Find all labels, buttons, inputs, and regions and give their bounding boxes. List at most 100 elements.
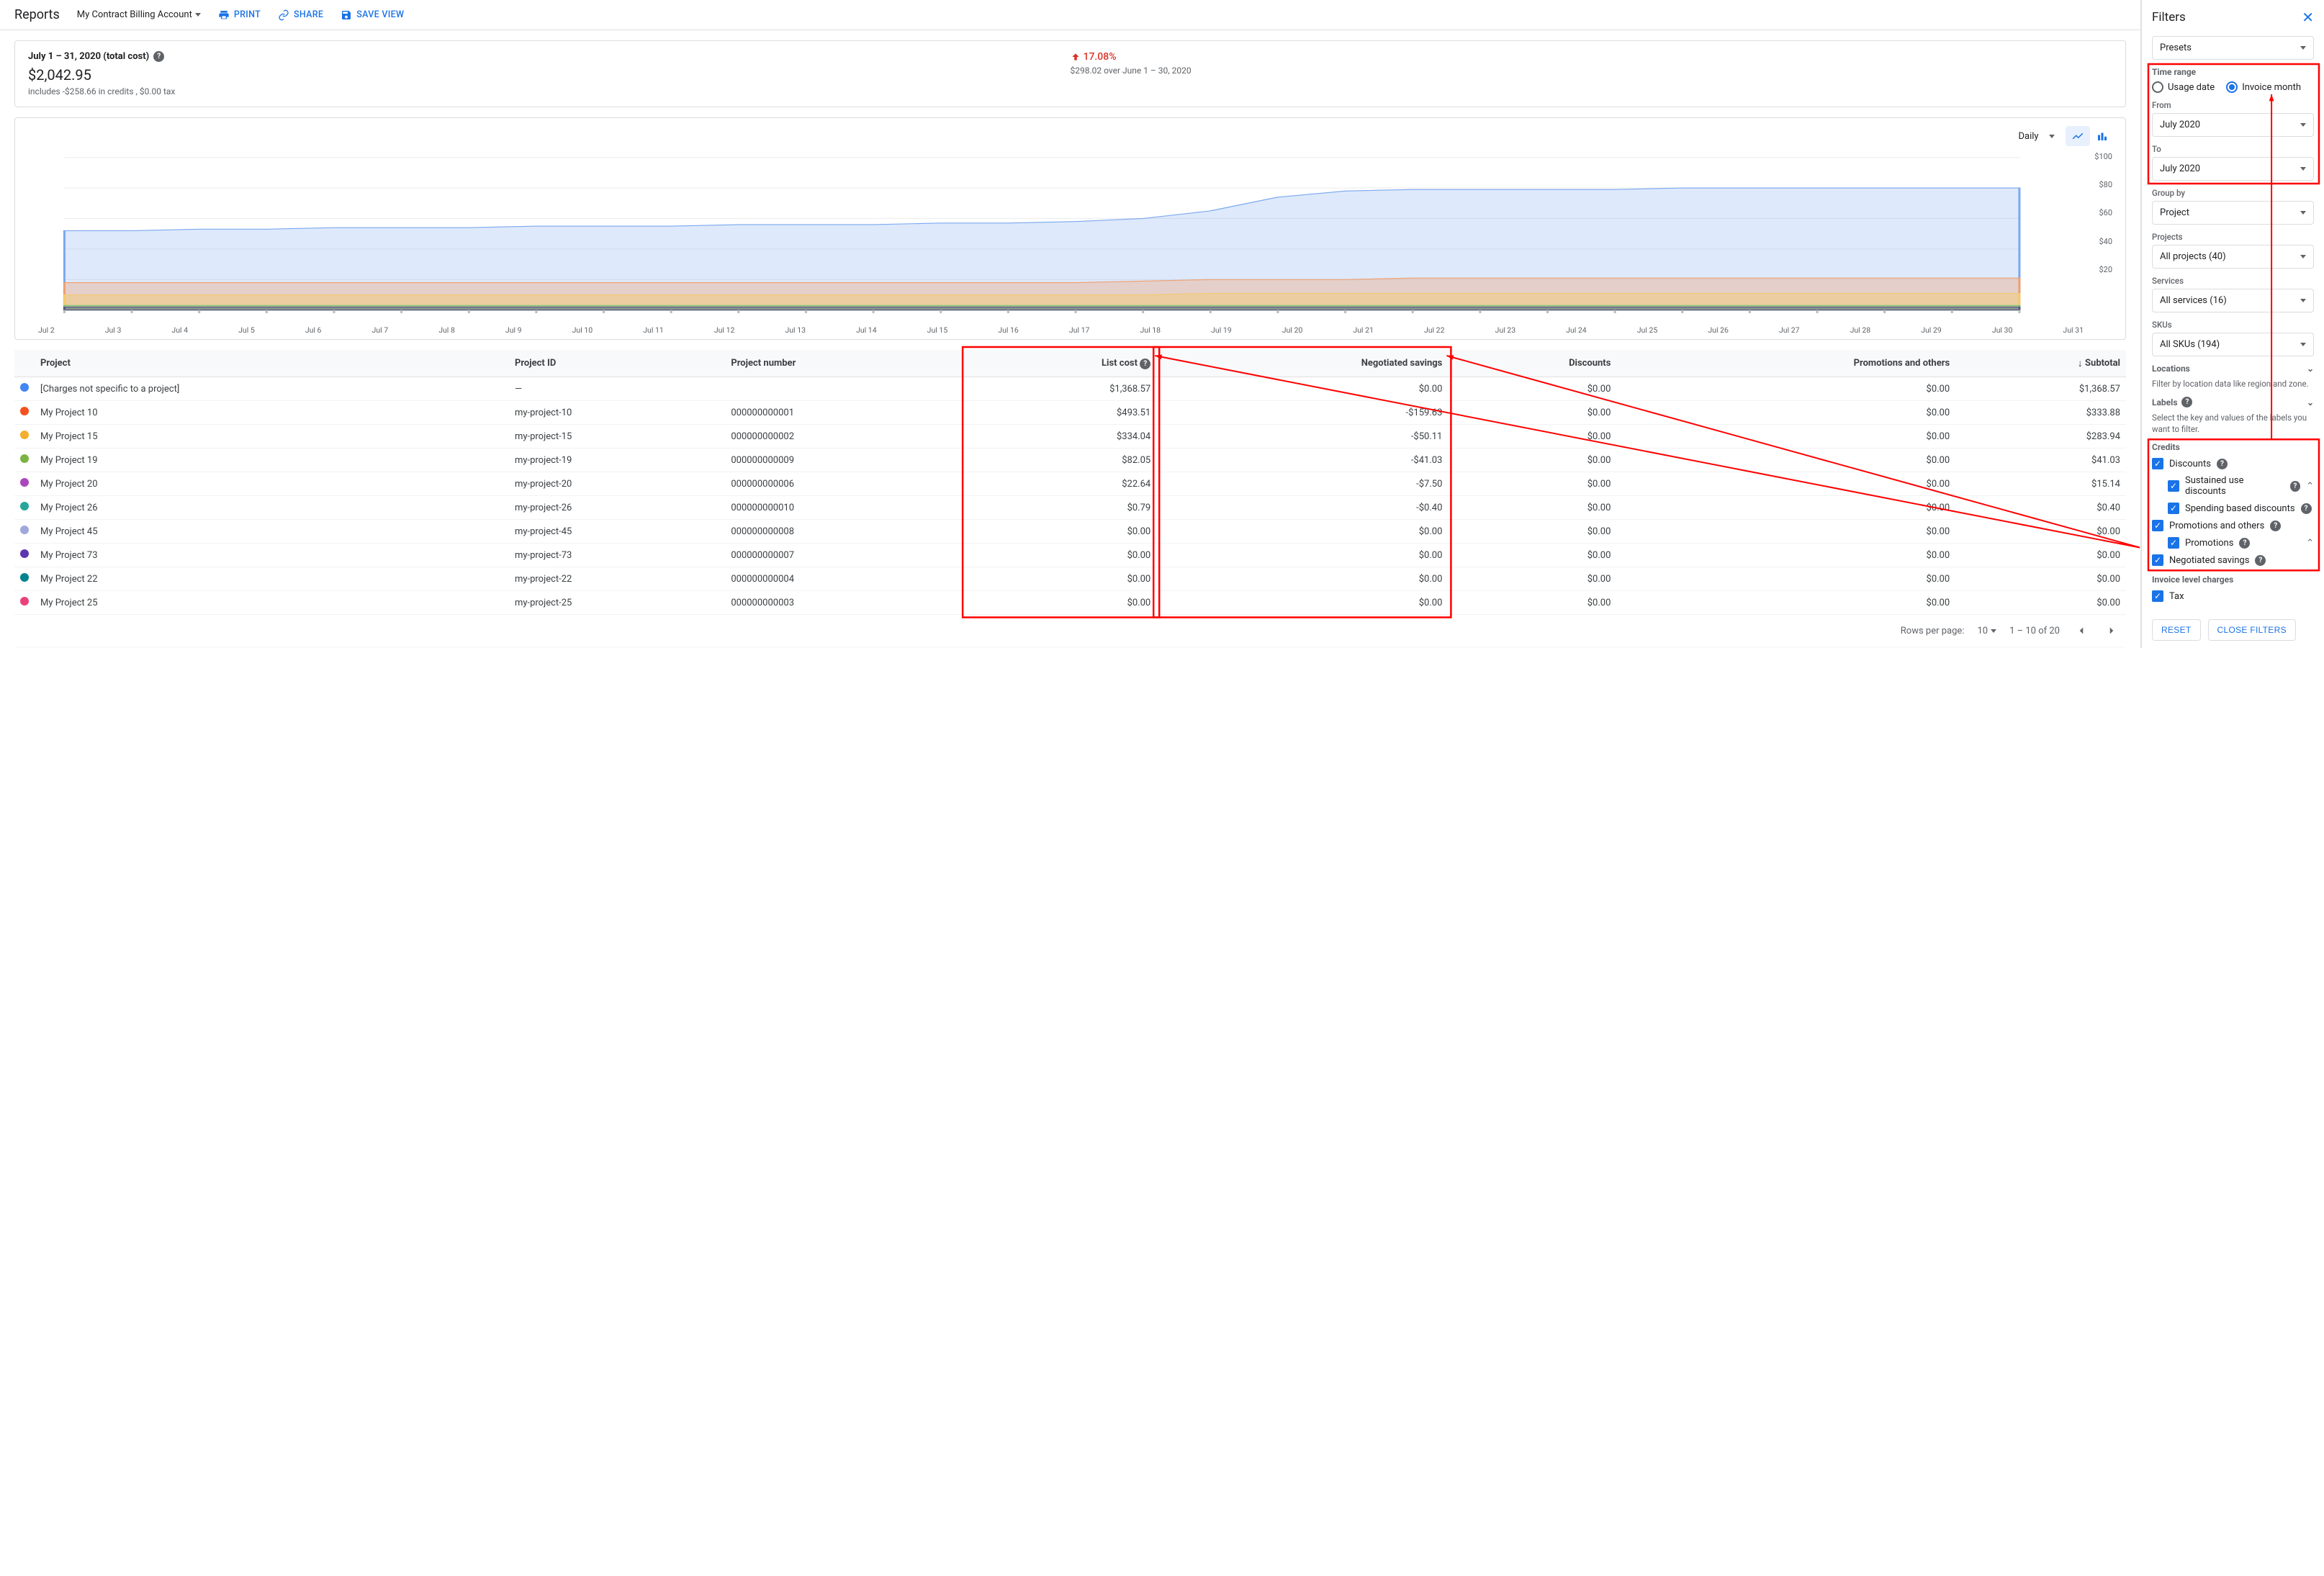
col-negotiated-savings[interactable]: Negotiated savings [1156, 350, 1448, 377]
help-icon[interactable]: ? [2239, 538, 2250, 549]
x-tick-label: Jul 6 [305, 325, 322, 335]
to-select[interactable]: July 2020 [2152, 157, 2314, 181]
table-row[interactable]: My Project 26my-project-26000000000010$0… [14, 496, 2126, 520]
x-tick-label: Jul 14 [856, 325, 877, 335]
chart-mode-line[interactable] [2066, 126, 2090, 146]
reset-filters-button[interactable]: RESET [2152, 619, 2201, 641]
save-view-button[interactable]: SAVE VIEW [341, 9, 404, 21]
checkbox-tax[interactable]: ✓Tax [2152, 590, 2314, 602]
labels-hint: Select the key and values of the labels … [2152, 412, 2314, 435]
x-tick-label: Jul 25 [1637, 325, 1658, 335]
color-dot-icon [20, 597, 29, 605]
table-row[interactable]: [Charges not specific to a project]—$1,3… [14, 377, 2126, 401]
link-icon [278, 9, 289, 21]
table-row[interactable]: My Project 22my-project-22000000000004$0… [14, 567, 2126, 591]
col-discounts[interactable]: Discounts [1448, 350, 1616, 377]
help-icon[interactable]: ? [2301, 503, 2312, 514]
checkbox-promotions[interactable]: ✓Promotions?⌃ [2168, 537, 2314, 549]
col-project-number[interactable]: Project number [725, 350, 965, 377]
arrow-up-icon [1071, 52, 1081, 62]
cell-list-cost: $1,368.57 [965, 377, 1156, 401]
share-button[interactable]: SHARE [278, 9, 323, 21]
cell-discounts: $0.00 [1448, 520, 1616, 544]
cell-list-cost: $0.79 [965, 496, 1156, 520]
checkbox-discounts[interactable]: ✓Discounts? [2152, 458, 2314, 469]
help-icon[interactable]: ? [2217, 459, 2228, 469]
table-row[interactable]: My Project 45my-project-45000000000008$0… [14, 520, 2126, 544]
color-dot-icon [20, 573, 29, 582]
checkbox-checked-icon: ✓ [2168, 537, 2179, 549]
projects-label: Projects [2152, 232, 2314, 242]
cell-negotiated: $0.00 [1156, 591, 1448, 615]
cell-promotions: $0.00 [1616, 449, 1955, 472]
help-icon[interactable]: ? [2270, 521, 2281, 531]
table-row[interactable]: My Project 19my-project-19000000000009$8… [14, 449, 2126, 472]
cell-project: My Project 15 [35, 425, 509, 449]
chevron-right-icon [2105, 624, 2118, 637]
pager-next-button[interactable] [2103, 622, 2120, 639]
radio-usage-date[interactable]: Usage date [2152, 81, 2215, 93]
col-subtotal[interactable]: ↓ Subtotal [1955, 350, 2126, 377]
col-list-cost[interactable]: List cost ? [965, 350, 1156, 377]
chart-mode-bar[interactable] [2090, 126, 2114, 146]
group-by-select[interactable]: Project [2152, 201, 2314, 225]
cell-list-cost: $0.00 [965, 567, 1156, 591]
help-icon[interactable]: ? [153, 51, 164, 62]
cell-project-number: 000000000009 [725, 449, 965, 472]
close-filters-button-bottom[interactable]: CLOSE FILTERS [2208, 619, 2296, 641]
cell-project-id: my-project-19 [509, 449, 725, 472]
col-promotions[interactable]: Promotions and others [1616, 350, 1955, 377]
cell-negotiated: -$7.50 [1156, 472, 1448, 496]
y-tick-label: $20 [2099, 265, 2112, 274]
col-project[interactable]: Project [35, 350, 509, 377]
caret-down-icon [2049, 135, 2055, 138]
cell-project: My Project 20 [35, 472, 509, 496]
billing-account-selector[interactable]: My Contract Billing Account [77, 9, 201, 20]
checkbox-sustained-use[interactable]: ✓Sustained use discounts?⌃ [2168, 475, 2314, 497]
group-by-label: Group by [2152, 188, 2314, 198]
projects-select[interactable]: All projects (40) [2152, 245, 2314, 269]
help-icon[interactable]: ? [1140, 359, 1150, 369]
table-row[interactable]: My Project 25my-project-25000000000003$0… [14, 591, 2126, 615]
help-icon[interactable]: ? [2181, 397, 2192, 407]
close-filters-button[interactable]: ✕ [2302, 9, 2314, 26]
checkbox-negotiated-savings[interactable]: ✓Negotiated savings? [2152, 554, 2314, 566]
caret-down-icon [2300, 255, 2306, 258]
x-tick-label: Jul 23 [1495, 325, 1516, 335]
table-row[interactable]: My Project 15my-project-15000000000002$3… [14, 425, 2126, 449]
pager-prev-button[interactable] [2073, 622, 2090, 639]
chart-period-selector[interactable]: Daily [2018, 131, 2055, 142]
caret-down-icon [2300, 299, 2306, 302]
skus-select[interactable]: All SKUs (194) [2152, 333, 2314, 356]
bar-chart-icon [2096, 130, 2109, 143]
color-dot-icon [20, 549, 29, 558]
cell-negotiated: $0.00 [1156, 567, 1448, 591]
presets-select[interactable]: Presets [2152, 36, 2314, 60]
from-select[interactable]: July 2020 [2152, 113, 2314, 137]
cell-project-number: 000000000001 [725, 401, 965, 425]
print-button[interactable]: PRINT [218, 9, 261, 21]
table-row[interactable]: My Project 10my-project-10000000000001$4… [14, 401, 2126, 425]
radio-invoice-month[interactable]: Invoice month [2226, 81, 2301, 93]
table-row[interactable]: My Project 20my-project-20000000000006$2… [14, 472, 2126, 496]
cell-list-cost: $493.51 [965, 401, 1156, 425]
checkbox-promotions-others[interactable]: ✓Promotions and others? [2152, 520, 2314, 531]
col-project-id[interactable]: Project ID [509, 350, 725, 377]
labels-heading[interactable]: Labels?⌄ [2152, 397, 2314, 407]
color-dot-icon [20, 502, 29, 510]
rows-per-page-select[interactable]: 10 [1977, 626, 1996, 636]
help-icon[interactable]: ? [2255, 555, 2266, 566]
cell-project-number: 000000000010 [725, 496, 965, 520]
checkbox-spending-based[interactable]: ✓Spending based discounts? [2168, 503, 2314, 514]
cell-promotions: $0.00 [1616, 401, 1955, 425]
cell-project: My Project 26 [35, 496, 509, 520]
services-select[interactable]: All services (16) [2152, 289, 2314, 312]
cell-project-id: my-project-26 [509, 496, 725, 520]
cell-negotiated: $0.00 [1156, 544, 1448, 567]
chevron-up-icon[interactable]: ⌃ [2306, 481, 2314, 492]
chevron-up-icon[interactable]: ⌃ [2306, 538, 2314, 549]
table-row[interactable]: My Project 73my-project-73000000000007$0… [14, 544, 2126, 567]
cell-project-id: my-project-20 [509, 472, 725, 496]
help-icon[interactable]: ? [2290, 481, 2301, 492]
locations-heading[interactable]: Locations⌄ [2152, 364, 2314, 374]
